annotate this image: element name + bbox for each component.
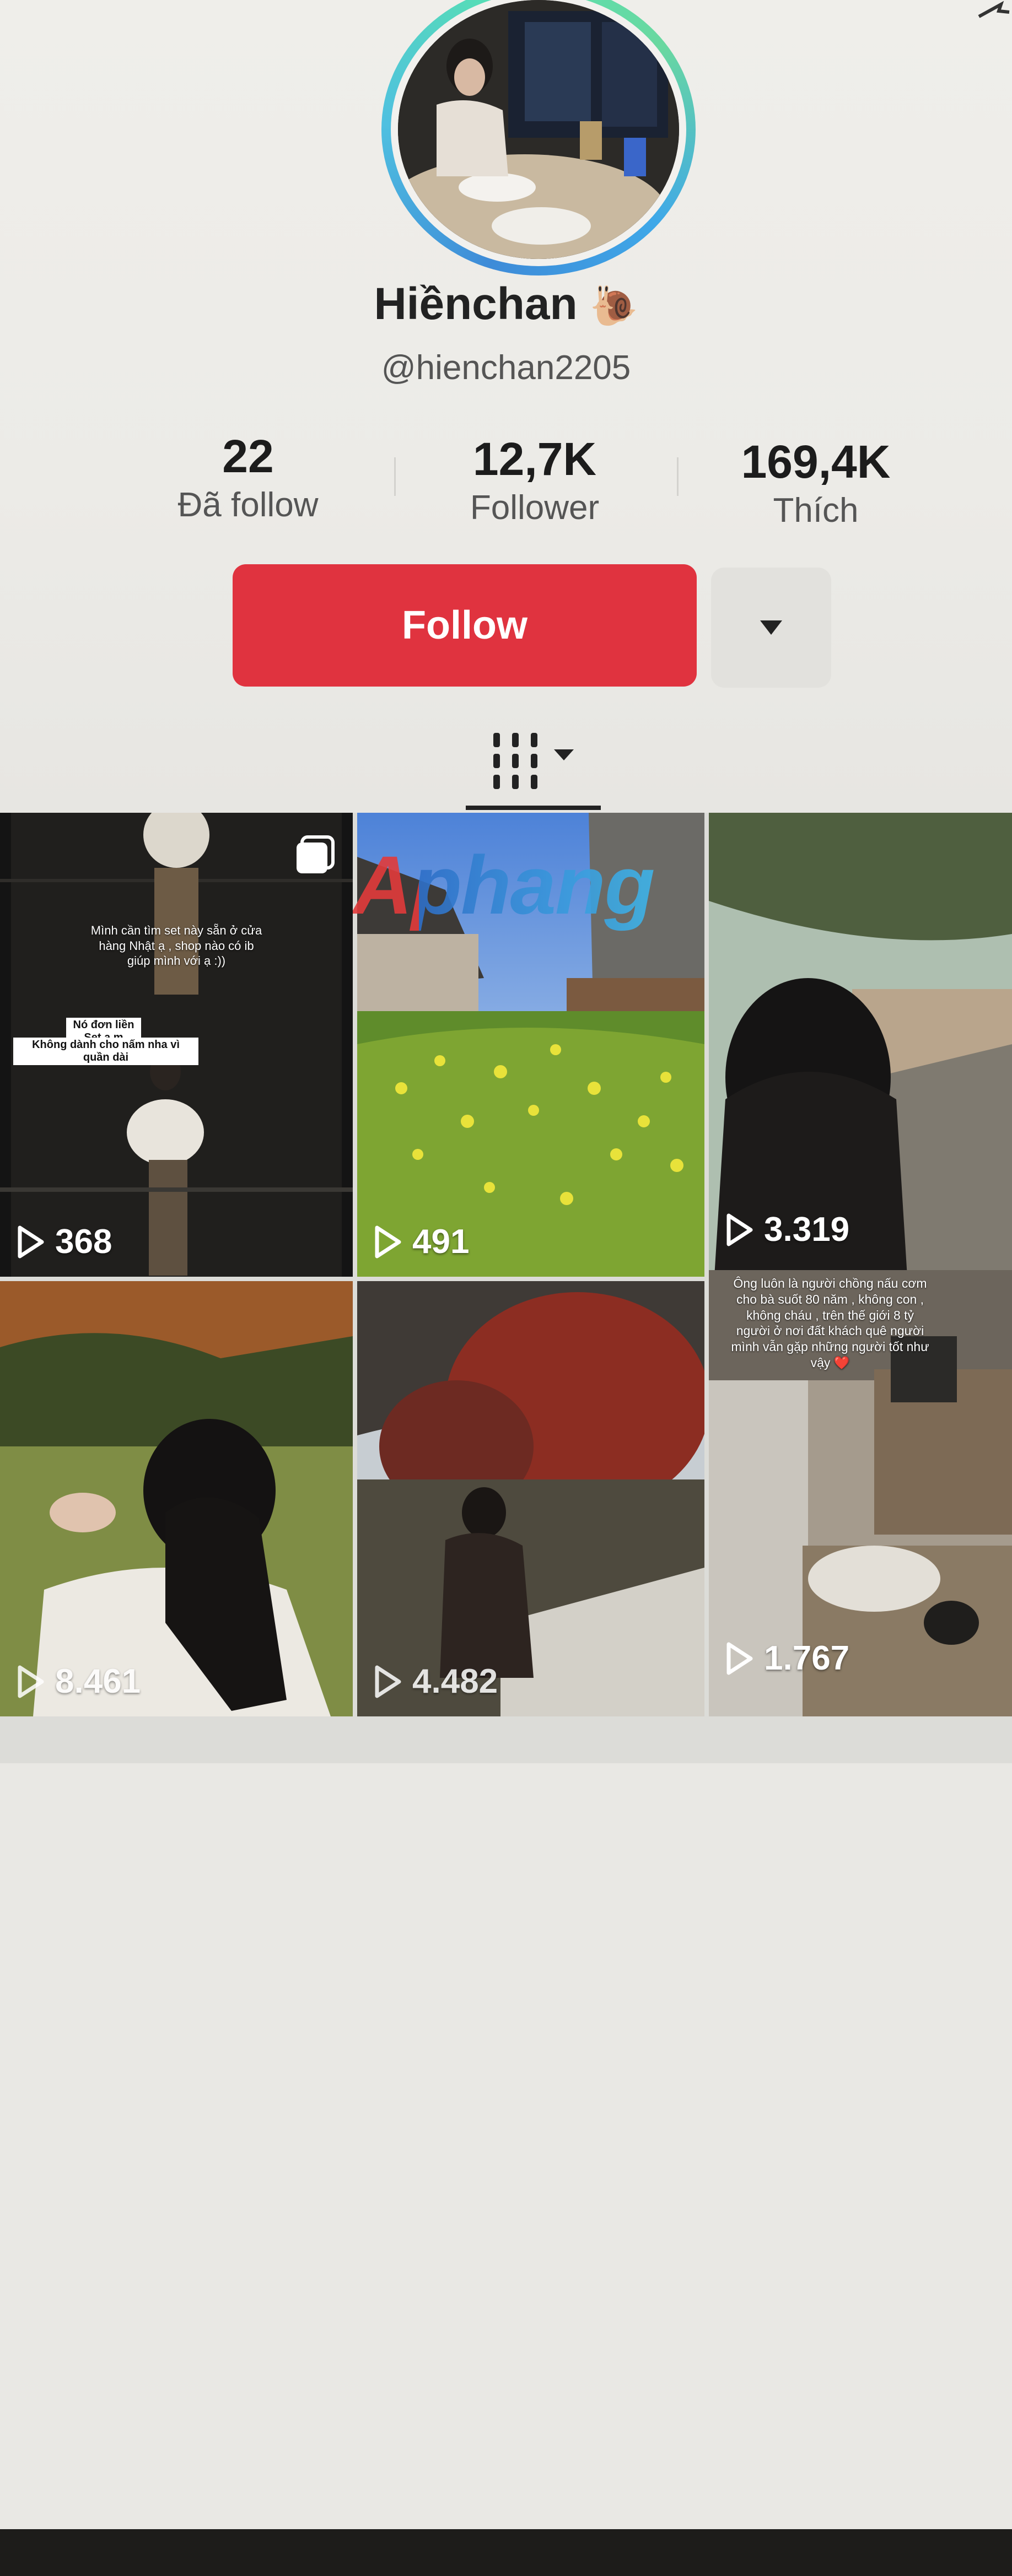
view-count-text: 368 xyxy=(55,1223,112,1261)
view-count: 3.319 xyxy=(725,1210,849,1249)
video-tag: Không dành cho nấm nha vì quần dài xyxy=(13,1038,198,1065)
play-icon xyxy=(18,1225,44,1258)
stat-following-label: Đã follow xyxy=(177,486,319,524)
play-icon xyxy=(375,1665,401,1698)
suggested-accounts-button[interactable] xyxy=(711,568,831,688)
video-thumbnail xyxy=(357,1281,704,1716)
video-caption: Ông luôn là người chồng nấu cơm cho bà s… xyxy=(731,1276,929,1370)
follow-button[interactable]: Follow xyxy=(233,564,697,687)
stat-following-value: 22 xyxy=(222,430,274,482)
stat-followers[interactable]: 12,7K Follower xyxy=(419,433,650,527)
view-count-text: 4.482 xyxy=(412,1662,498,1700)
view-count: 8.461 xyxy=(17,1662,141,1701)
multi-photo-icon xyxy=(297,835,335,873)
stat-likes-value: 169,4K xyxy=(741,436,891,488)
next-row-thumbnails xyxy=(0,2529,1012,2576)
video-thumbnail xyxy=(709,813,1012,1277)
grid-icon xyxy=(493,733,537,789)
stat-following[interactable]: 22 Đã follow xyxy=(132,430,364,525)
tab-active-indicator xyxy=(466,806,601,810)
play-icon xyxy=(726,1213,753,1246)
stat-likes-label: Thích xyxy=(773,492,859,530)
caret-down-icon xyxy=(554,749,574,760)
display-name: Hiềnchan 🐌 xyxy=(0,278,1012,330)
video-tile[interactable]: Ông luôn là người chồng nấu cơm cho bà s… xyxy=(709,1270,1012,1716)
video-tile[interactable]: Mình cần tìm set này sẵn ở cửa hàng Nhật… xyxy=(0,813,353,1277)
profile-header: Hiềnchan 🐌 @hienchan2205 22 Đã follow 12… xyxy=(0,0,1012,813)
caret-down-icon xyxy=(760,620,782,635)
stat-divider xyxy=(677,457,679,496)
view-count: 491 xyxy=(374,1222,469,1261)
view-count: 1.767 xyxy=(725,1639,849,1678)
snail-emoji-icon: 🐌 xyxy=(590,284,638,327)
share-icon[interactable] xyxy=(968,0,1012,22)
view-count-text: 1.767 xyxy=(764,1639,850,1677)
username-handle: @hienchan2205 xyxy=(381,349,631,387)
stat-divider xyxy=(394,457,396,496)
videos-grid-tab[interactable] xyxy=(466,722,598,810)
watermark-logo: Aphang xyxy=(353,838,655,933)
video-tile[interactable]: 8.461 xyxy=(0,1281,353,1716)
view-count-text: 491 xyxy=(412,1223,470,1261)
avatar-photo xyxy=(398,0,679,259)
view-count-text: 3.319 xyxy=(764,1211,850,1249)
view-count: 368 xyxy=(17,1222,112,1261)
display-name-text: Hiềnchan xyxy=(374,279,578,329)
video-thumbnail xyxy=(0,1281,353,1716)
view-count-text: 8.461 xyxy=(55,1662,141,1700)
video-tile[interactable]: 4.482 xyxy=(357,1281,704,1716)
video-tile[interactable]: 3.319 xyxy=(709,813,1012,1277)
play-icon xyxy=(18,1665,44,1698)
view-count: 4.482 xyxy=(374,1662,498,1701)
play-icon xyxy=(726,1642,753,1675)
stat-followers-label: Follower xyxy=(470,489,600,527)
avatar[interactable] xyxy=(381,0,696,276)
stat-followers-value: 12,7K xyxy=(472,433,597,485)
play-icon xyxy=(375,1225,401,1258)
stat-likes: 169,4K Thích xyxy=(700,435,932,530)
video-grid: Mình cần tìm set này sẵn ở cửa hàng Nhật… xyxy=(0,813,1012,2576)
video-caption: Mình cần tìm set này sẵn ở cửa hàng Nhật… xyxy=(90,924,262,968)
